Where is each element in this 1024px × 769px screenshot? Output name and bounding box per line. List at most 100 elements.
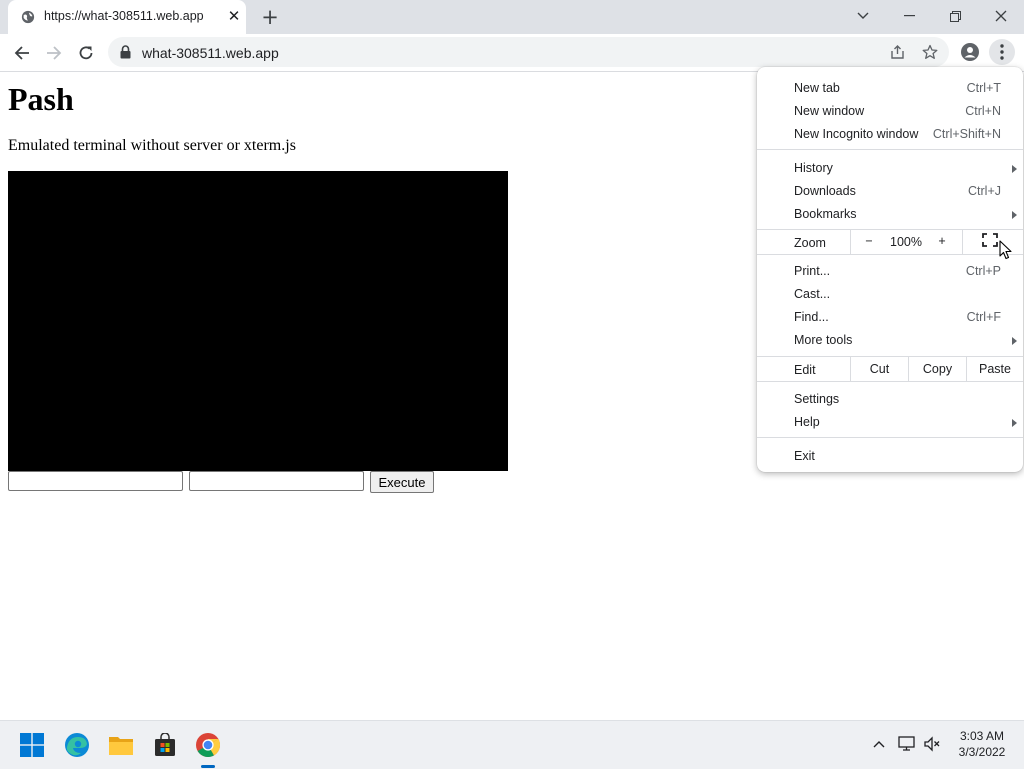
menu-item-label: Find... [794, 310, 829, 324]
zoom-row: Zoom − 100% + [757, 229, 1023, 254]
menu-divider [757, 254, 1023, 255]
chrome-menu-button[interactable] [989, 39, 1015, 65]
menu-item-label: Help [794, 415, 820, 429]
address-bar[interactable]: what-308511.web.app [108, 37, 949, 67]
url-text[interactable]: what-308511.web.app [142, 45, 279, 61]
globe-icon [21, 10, 35, 24]
argument-input[interactable] [189, 471, 364, 491]
menu-divider [757, 381, 1023, 382]
share-icon[interactable] [890, 44, 906, 60]
bookmark-star-icon[interactable] [922, 44, 938, 60]
copy-button[interactable]: Copy [909, 357, 966, 381]
menu-item-exit[interactable]: Exit [757, 444, 1023, 467]
close-window-button[interactable] [978, 0, 1024, 32]
submenu-arrow-icon [1012, 211, 1017, 219]
minimize-button[interactable] [886, 0, 932, 32]
menu-item-more-tools[interactable]: More tools [757, 328, 1023, 351]
menu-item-shortcut: Ctrl+T [966, 81, 1001, 95]
reload-button[interactable] [72, 39, 100, 67]
menu-item-shortcut: Ctrl+J [968, 184, 1001, 198]
cut-button[interactable]: Cut [851, 357, 908, 381]
tab-search-button[interactable] [840, 0, 886, 32]
zoom-out-button[interactable]: − [862, 234, 876, 248]
volume-button[interactable] [923, 735, 941, 753]
command-input[interactable] [8, 471, 183, 491]
menu-item-label: Cast... [794, 287, 831, 301]
chevron-up-icon [873, 741, 885, 748]
reload-icon [79, 46, 93, 60]
zoom-label: Zoom [794, 236, 826, 250]
menu-item-label: New tab [794, 81, 840, 95]
edit-row: Edit Cut Copy Paste [757, 357, 1023, 381]
menu-item-label: Exit [794, 449, 815, 463]
menu-item-history[interactable]: History [757, 156, 1023, 179]
clock-date[interactable]: 3/3/2022 [948, 745, 1016, 759]
taskbar: 3:03 AM 3/3/2022 [0, 720, 1024, 769]
store-icon [155, 733, 175, 756]
menu-item-label: New Incognito window [794, 127, 919, 141]
lock-icon [120, 45, 131, 59]
tab-title: https://what-308511.web.app [44, 9, 204, 23]
menu-item-shortcut: Ctrl+N [965, 104, 1001, 118]
menu-item-shortcut: Ctrl+F [966, 310, 1001, 324]
clock-time[interactable]: 3:03 AM [948, 729, 1016, 743]
menu-item-label: New window [794, 104, 865, 118]
menu-item-label: Print... [794, 264, 831, 278]
menu-item-label: Bookmarks [794, 207, 857, 221]
paste-button[interactable]: Paste [967, 357, 1023, 381]
menu-divider [757, 437, 1023, 438]
back-arrow-icon [14, 46, 29, 60]
taskbar-store[interactable] [150, 730, 180, 760]
edge-icon [65, 733, 89, 757]
forward-arrow-icon [47, 46, 62, 60]
menu-item-label: More tools [794, 333, 853, 347]
minimize-icon [903, 15, 915, 17]
chrome-menu: New tab Ctrl+T New window Ctrl+N New Inc… [757, 67, 1023, 472]
menu-item-shortcut: Ctrl+P [965, 264, 1001, 278]
zoom-divider [850, 229, 851, 254]
restore-icon [949, 10, 961, 22]
menu-item-bookmarks[interactable]: Bookmarks [757, 202, 1023, 225]
menu-divider [757, 149, 1023, 150]
menu-item-help[interactable]: Help [757, 410, 1023, 433]
new-tab-button[interactable]: + [259, 7, 281, 29]
network-icon [898, 736, 915, 751]
close-icon [995, 10, 1007, 22]
menu-item-print[interactable]: Print... Ctrl+P [757, 259, 1023, 282]
chevron-down-icon [857, 12, 869, 19]
mouse-cursor-icon [999, 240, 1012, 260]
edit-label: Edit [794, 363, 816, 377]
menu-item-new-incognito-window[interactable]: New Incognito window Ctrl+Shift+N [757, 122, 1023, 145]
menu-item-label: History [794, 161, 833, 175]
submenu-arrow-icon [1012, 419, 1017, 427]
taskbar-file-explorer[interactable] [106, 730, 136, 760]
browser-tab[interactable]: https://what-308511.web.app ✕ [8, 0, 246, 34]
profile-button[interactable] [957, 39, 983, 65]
menu-item-downloads[interactable]: Downloads Ctrl+J [757, 179, 1023, 202]
chrome-icon [196, 733, 221, 758]
back-button[interactable] [8, 39, 36, 67]
taskbar-chrome[interactable] [193, 730, 223, 760]
terminal-display[interactable] [8, 171, 508, 471]
restore-button[interactable] [932, 0, 978, 32]
menu-item-cast[interactable]: Cast... [757, 282, 1023, 305]
zoom-level: 100% [890, 235, 922, 249]
menu-item-new-window[interactable]: New window Ctrl+N [757, 99, 1023, 122]
menu-item-shortcut: Ctrl+Shift+N [932, 127, 1001, 141]
menu-item-settings[interactable]: Settings [757, 387, 1023, 410]
menu-item-label: Settings [794, 392, 840, 406]
zoom-in-button[interactable]: + [935, 234, 949, 248]
avatar-icon [961, 43, 979, 61]
windows-start-icon [20, 733, 44, 757]
fullscreen-icon [982, 233, 998, 247]
tab-close-icon[interactable]: ✕ [226, 8, 242, 24]
menu-item-new-tab[interactable]: New tab Ctrl+T [757, 76, 1023, 99]
menu-item-find[interactable]: Find... Ctrl+F [757, 305, 1023, 328]
forward-button[interactable] [40, 39, 68, 67]
zoom-divider [962, 229, 963, 254]
network-button[interactable] [898, 735, 916, 753]
execute-button[interactable]: Execute [370, 471, 434, 493]
taskbar-edge[interactable] [62, 730, 92, 760]
show-hidden-icons-button[interactable] [870, 735, 888, 753]
start-button[interactable] [17, 730, 47, 760]
